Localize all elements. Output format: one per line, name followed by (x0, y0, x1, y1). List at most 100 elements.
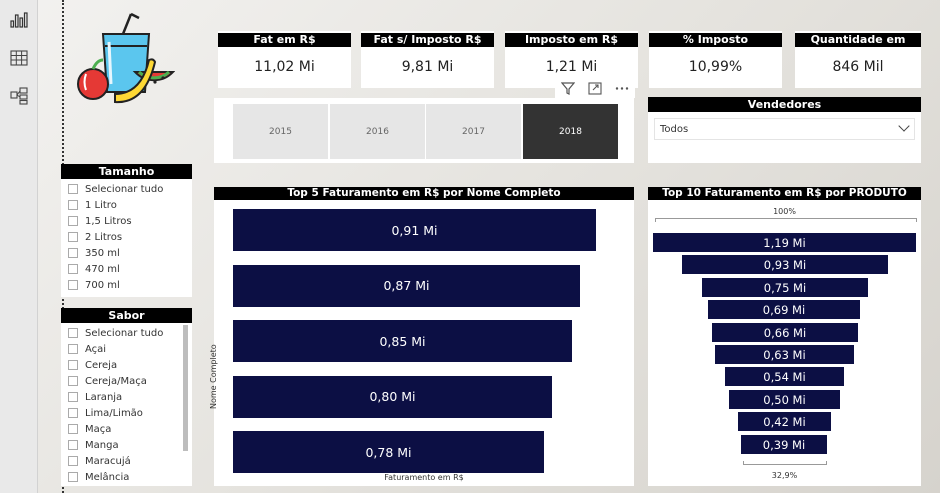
kpi-label: % Imposto (649, 33, 782, 47)
tamanho-option[interactable]: Selecionar tudo (61, 181, 192, 197)
checkbox[interactable] (68, 200, 78, 210)
sabor-option[interactable]: Melância (61, 469, 192, 485)
funnel-data-label: 0,39 Mi (762, 437, 806, 452)
sabor-option[interactable]: Cereja/Maça (61, 373, 192, 389)
option-label: Açai (85, 343, 107, 355)
report-view-icon[interactable] (9, 11, 29, 29)
sabor-option[interactable]: Maracujá (61, 453, 192, 469)
bar-data-label: 0,85 Mi (379, 333, 426, 349)
funnel-data-label: 0,66 Mi (763, 325, 807, 340)
funnel-bar[interactable]: 0,50 Mi (729, 390, 840, 409)
funnel-data-label: 0,69 Mi (762, 302, 806, 317)
funnel-bottom-percent: 32,9% (771, 471, 798, 480)
bar[interactable]: 0,85 Mi (233, 320, 572, 362)
option-label: Manga (85, 439, 119, 451)
option-label: 350 ml (85, 247, 120, 259)
checkbox[interactable] (68, 344, 78, 354)
funnel-bar[interactable]: 0,69 Mi (708, 300, 860, 319)
year-option-2018[interactable]: 2018 (523, 104, 618, 159)
tamanho-option[interactable]: 1 Litro (61, 197, 192, 213)
checkbox[interactable] (68, 360, 78, 370)
sabor-option[interactable]: Lima/Limão (61, 405, 192, 421)
kpi-card-fat-sem-imposto[interactable]: Fat s/ Imposto R$ 9,81 Mi (361, 31, 494, 88)
sabor-scrollbar[interactable] (183, 325, 188, 451)
funnel-bar[interactable]: 0,63 Mi (715, 345, 854, 364)
top10-funnel-panel: Top 10 Faturamento em R$ por PRODUTO 100… (648, 187, 921, 486)
top5-chart-panel: Top 5 Faturamento em R$ por Nome Complet… (209, 187, 634, 486)
option-label: Lima/Limão (85, 407, 143, 419)
kpi-label: Quantidade em Litros (795, 33, 921, 60)
tamanho-title: Tamanho (61, 164, 192, 179)
vendedores-title: Vendedores (648, 97, 921, 112)
funnel-data-label: 0,75 Mi (763, 280, 807, 295)
funnel-data-label: 0,54 Mi (763, 369, 806, 384)
bar-data-label: 0,78 Mi (365, 444, 412, 460)
checkbox[interactable] (68, 264, 78, 274)
year-option-2015[interactable]: 2015 (233, 104, 328, 159)
option-label: 2 Litros (85, 231, 123, 243)
checkbox[interactable] (68, 216, 78, 226)
funnel-data-label: 0,42 Mi (763, 414, 806, 429)
sabor-title: Sabor (61, 308, 192, 323)
kpi-card-fat[interactable]: Fat em R$ 11,02 Mi (218, 31, 351, 88)
vendedores-dropdown[interactable]: Todos (654, 118, 915, 140)
funnel-bar[interactable]: 0,42 Mi (738, 412, 831, 431)
kpi-value: 10,99% (688, 59, 743, 75)
option-label: 1,5 Litros (85, 215, 132, 227)
tamanho-option[interactable]: 350 ml (61, 245, 192, 261)
filter-icon[interactable] (561, 81, 576, 95)
funnel-bar[interactable]: 0,66 Mi (712, 323, 858, 342)
focus-mode-icon[interactable] (588, 81, 602, 95)
bar[interactable]: 0,91 Mi (233, 209, 596, 251)
more-options-icon[interactable] (615, 82, 629, 95)
tamanho-option[interactable]: 2 Litros (61, 229, 192, 245)
checkbox[interactable] (68, 392, 78, 402)
checkbox[interactable] (68, 424, 78, 434)
sabor-option[interactable]: Selecionar tudo (61, 325, 192, 341)
kpi-card-percent-imposto[interactable]: % Imposto 10,99% (649, 31, 782, 88)
option-label: Selecionar tudo (85, 327, 164, 339)
kpi-value: 846 Mil (832, 59, 884, 75)
tamanho-option[interactable]: 470 ml (61, 261, 192, 277)
option-label: Cereja/Maça (85, 375, 147, 387)
kpi-value: 11,02 Mi (254, 59, 315, 75)
checkbox[interactable] (68, 456, 78, 466)
tamanho-option[interactable]: 1,5 Litros (61, 213, 192, 229)
chart-title: Top 5 Faturamento em R$ por Nome Complet… (214, 187, 634, 200)
checkbox[interactable] (68, 232, 78, 242)
data-view-icon[interactable] (9, 49, 29, 67)
checkbox[interactable] (68, 184, 78, 194)
funnel-bar[interactable]: 0,39 Mi (741, 435, 827, 454)
year-slicer: 2015 2016 2017 2018 (214, 98, 634, 163)
tamanho-option[interactable]: 700 ml (61, 277, 192, 293)
checkbox[interactable] (68, 408, 78, 418)
bar[interactable]: 0,78 Mi (233, 431, 544, 473)
sabor-option[interactable]: Manga (61, 437, 192, 453)
funnel-bar[interactable]: 0,93 Mi (682, 255, 888, 274)
option-label: 700 ml (85, 279, 120, 291)
funnel-bar[interactable]: 0,54 Mi (725, 367, 844, 386)
tamanho-list: Selecionar tudo 1 Litro 1,5 Litros 2 Litros… (61, 181, 192, 293)
checkbox[interactable] (68, 248, 78, 258)
funnel-bar[interactable]: 1,19 Mi (653, 233, 916, 252)
funnel-bar[interactable]: 0,75 Mi (702, 278, 868, 297)
sabor-option[interactable]: Cereja (61, 357, 192, 373)
checkbox[interactable] (68, 472, 78, 482)
funnel-top-bracket (655, 218, 917, 222)
funnel-data-label: 1,19 Mi (763, 235, 806, 250)
checkbox[interactable] (68, 280, 78, 290)
checkbox[interactable] (68, 376, 78, 386)
bar[interactable]: 0,87 Mi (233, 264, 580, 307)
model-view-icon[interactable] (9, 87, 29, 105)
sabor-option[interactable]: Laranja (61, 389, 192, 405)
checkbox[interactable] (68, 440, 78, 450)
option-label: 470 ml (85, 263, 120, 275)
kpi-label: Fat em R$ (218, 33, 351, 47)
year-option-2016[interactable]: 2016 (330, 104, 425, 159)
sabor-option[interactable]: Açai (61, 341, 192, 357)
year-option-2017[interactable]: 2017 (426, 104, 521, 159)
kpi-card-litros[interactable]: Quantidade em Litros 846 Mil (795, 31, 921, 88)
sabor-option[interactable]: Maça (61, 421, 192, 437)
checkbox[interactable] (68, 328, 78, 338)
bar[interactable]: 0,80 Mi (233, 375, 552, 418)
